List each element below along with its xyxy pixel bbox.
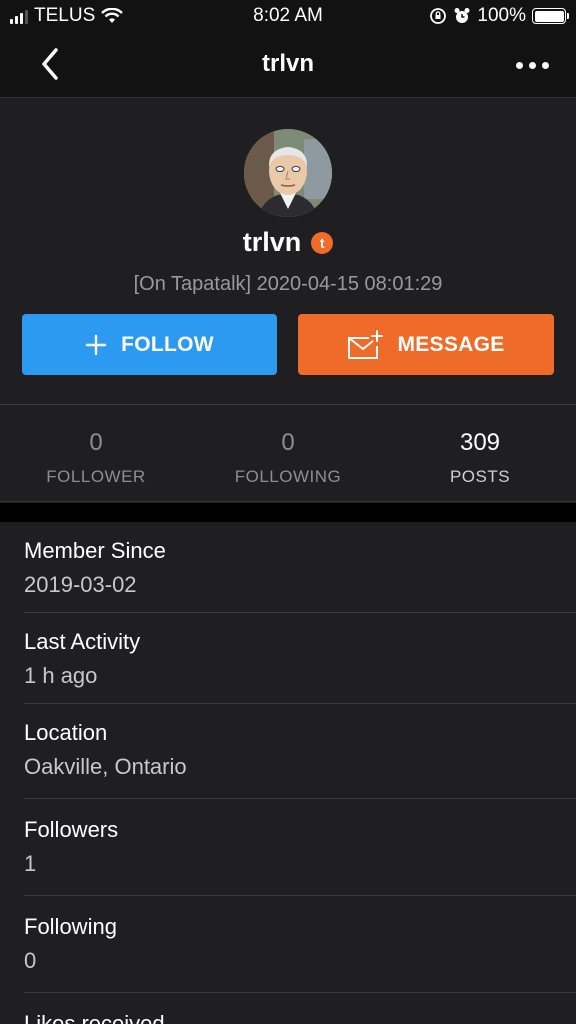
stat-label: FOLLOWER (46, 467, 146, 486)
stat-followers[interactable]: 0 FOLLOWER (0, 405, 192, 501)
follow-button[interactable]: FOLLOW (22, 314, 277, 375)
more-dot (515, 61, 523, 69)
info-value: Oakville, Ontario (24, 754, 187, 779)
info-label: Following (24, 914, 117, 939)
info-value: 2019-03-02 (24, 572, 137, 597)
plus-icon (85, 334, 107, 355)
stat-value: 309 (459, 429, 501, 456)
alarm-icon (454, 8, 470, 23)
more-dot (541, 61, 549, 69)
info-row-location: Location Oakville, Ontario (24, 704, 576, 799)
info-row-following[interactable]: Following 0 (24, 896, 576, 993)
info-value: 1 h ago (24, 663, 98, 688)
info-label: Likes received (24, 1011, 165, 1024)
stat-following[interactable]: 0 FOLLOWING (192, 405, 384, 501)
avatar-image (244, 129, 332, 217)
orientation-lock-icon (430, 8, 447, 24)
stat-value: 0 (281, 429, 295, 456)
stat-label: POSTS (449, 467, 511, 486)
tapatalk-badge-icon: t (311, 231, 334, 254)
info-label: Last Activity (24, 629, 141, 654)
info-label: Member Since (24, 538, 166, 563)
follow-label: FOLLOW (121, 332, 214, 356)
avatar[interactable] (244, 129, 332, 217)
stat-posts[interactable]: 309 POSTS (384, 405, 576, 501)
battery-percent: 100% (477, 5, 526, 26)
info-row-likes-received: Likes received (24, 993, 576, 1024)
page-title: trlvn (261, 50, 314, 77)
status-bar: TELUS 8:02 AM 100% (0, 0, 576, 32)
message-label: MESSAGE (397, 332, 505, 356)
nav-bar: trlvn (0, 32, 576, 98)
compose-message-icon (348, 329, 384, 359)
more-options-button[interactable] (508, 50, 556, 80)
battery-icon (532, 8, 569, 24)
info-row-member-since: Member Since 2019-03-02 (24, 522, 576, 613)
username: trlvn (242, 227, 302, 257)
info-row-last-activity: Last Activity 1 h ago (24, 613, 576, 704)
info-label: Location (24, 720, 108, 745)
status-right: 100% (429, 5, 569, 27)
online-status: [On Tapatalk] 2020-04-15 08:01:29 (133, 273, 443, 295)
info-value: 0 (24, 948, 37, 973)
stat-label: FOLLOWING (234, 467, 342, 486)
more-dot (528, 61, 536, 69)
info-label: Followers (24, 817, 119, 842)
profile-info-list: Member Since 2019-03-02 Last Activity 1 … (0, 522, 576, 1024)
profile-header: trlvn t [On Tapatalk] 2020-04-15 08:01:2… (0, 99, 576, 404)
stat-value: 0 (89, 429, 103, 456)
username-row: trlvn t (0, 227, 576, 258)
info-value: 1 (24, 851, 37, 876)
message-button[interactable]: MESSAGE (298, 314, 554, 375)
section-divider (0, 503, 576, 522)
info-row-followers[interactable]: Followers 1 (24, 799, 576, 896)
stats-bar: 0 FOLLOWER 0 FOLLOWING 309 POSTS (0, 404, 576, 502)
